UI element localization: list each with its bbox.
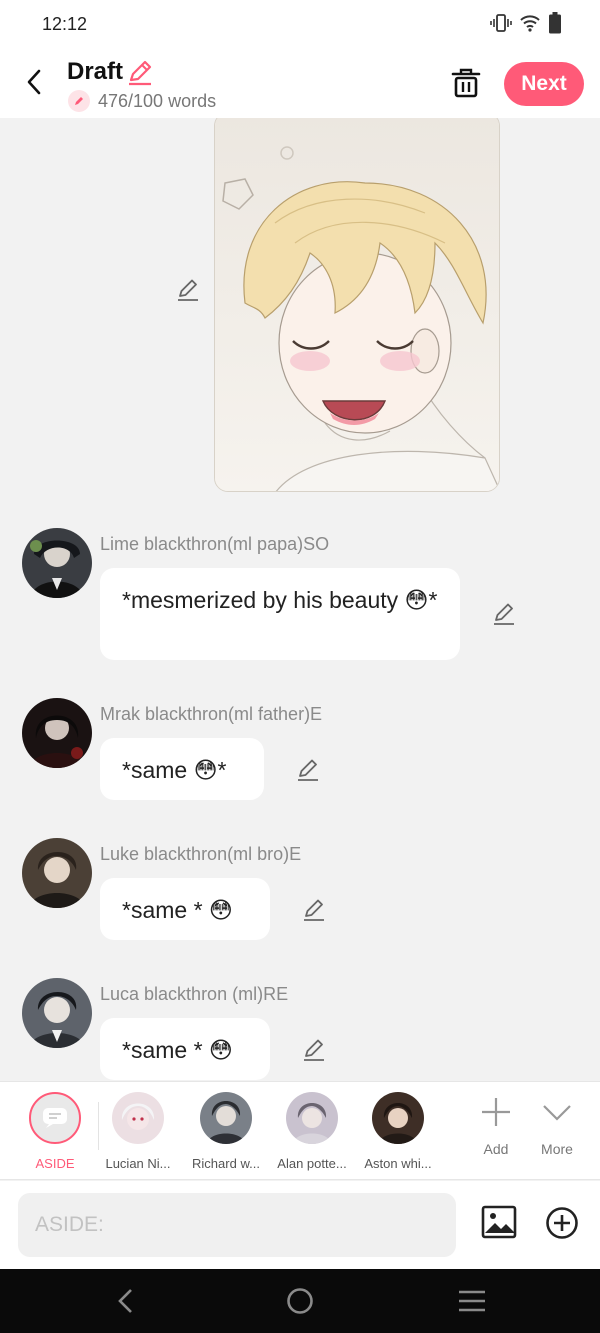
more-label: More xyxy=(541,1141,573,1157)
character-label: ASIDE xyxy=(35,1156,75,1171)
message-bubble[interactable]: *same * 😳 xyxy=(100,1018,270,1080)
aside-avatar xyxy=(29,1092,81,1144)
message-sender: Mrak blackthron(ml father)E xyxy=(100,704,323,724)
circle-plus-icon xyxy=(546,1207,578,1239)
draft-content[interactable]: Lime blackthron(ml papa)SO *mesmerized b… xyxy=(0,118,600,1081)
pencil-icon xyxy=(304,899,324,921)
edit-message-button[interactable] xyxy=(302,1038,326,1067)
message-sender: Luca blackthron (ml)RE xyxy=(100,984,289,1004)
word-count: 476/100 words xyxy=(98,91,217,111)
character-aside[interactable]: ASIDE xyxy=(15,1092,95,1171)
system-navigation-bar xyxy=(0,1269,600,1333)
insert-image-button[interactable] xyxy=(481,1205,517,1244)
character-label: Lucian Ni... xyxy=(105,1156,171,1171)
status-bar: 12:12 xyxy=(0,0,600,50)
add-character-button[interactable]: Add xyxy=(466,1096,526,1157)
battery-icon xyxy=(549,12,561,34)
edit-message-button[interactable] xyxy=(302,898,326,927)
pencil-icon xyxy=(304,1039,324,1061)
story-image[interactable] xyxy=(214,118,500,492)
edit-message-button[interactable] xyxy=(296,758,320,787)
avatar xyxy=(372,1092,424,1144)
pencil-icon xyxy=(129,60,152,86)
anime-boy-illustration xyxy=(215,118,499,491)
character-label: Aston whi... xyxy=(364,1156,432,1171)
delete-button[interactable] xyxy=(450,67,482,104)
avatar xyxy=(112,1092,164,1144)
chevron-down-icon xyxy=(543,1105,571,1121)
avatar xyxy=(200,1092,252,1144)
plus-icon xyxy=(482,1098,510,1126)
chevron-left-icon xyxy=(27,69,41,95)
image-icon xyxy=(481,1205,517,1239)
avatar xyxy=(286,1092,338,1144)
message-bubble[interactable]: *mesmerized by his beauty 😳* xyxy=(100,568,460,660)
edit-message-button[interactable] xyxy=(492,602,516,631)
add-label: Add xyxy=(483,1141,509,1157)
character-item[interactable]: Aston whi... xyxy=(358,1092,438,1171)
menu-icon xyxy=(459,1290,485,1312)
next-button[interactable]: Next xyxy=(504,62,584,106)
avatar[interactable] xyxy=(22,698,92,768)
pencil-icon xyxy=(75,97,83,105)
page-title: Draft xyxy=(67,58,124,85)
message-sender: Lime blackthron(ml papa)SO xyxy=(100,534,330,554)
header: Draft 476/100 words Next xyxy=(0,50,600,118)
character-label: Richard w... xyxy=(192,1156,260,1171)
circle-icon xyxy=(287,1288,313,1314)
edit-image-button[interactable] xyxy=(176,278,200,307)
avatar[interactable] xyxy=(22,838,92,908)
status-time: 12:12 xyxy=(42,14,88,34)
message-bubble[interactable]: *same 😳* xyxy=(100,738,264,800)
more-button[interactable]: More xyxy=(527,1096,587,1157)
trash-icon xyxy=(451,68,481,98)
add-content-button[interactable] xyxy=(545,1206,579,1245)
wifi-icon xyxy=(520,15,540,32)
vibrate-icon xyxy=(490,14,512,32)
message-sender: Luke blackthron(ml bro)E xyxy=(100,844,302,864)
nav-recents-button[interactable] xyxy=(458,1287,486,1320)
character-item[interactable]: Alan potte... xyxy=(272,1092,352,1171)
avatar[interactable] xyxy=(22,528,92,598)
back-button[interactable] xyxy=(18,62,50,102)
message-input[interactable] xyxy=(18,1193,456,1257)
avatar[interactable] xyxy=(22,978,92,1048)
chat-bubble-icon xyxy=(43,1108,67,1128)
character-item[interactable]: Lucian Ni... xyxy=(98,1092,178,1171)
pencil-icon xyxy=(178,279,198,301)
word-count-badge xyxy=(68,90,90,112)
edit-title-button[interactable] xyxy=(126,60,154,91)
nav-home-button[interactable] xyxy=(286,1287,314,1320)
chevron-left-icon xyxy=(118,1289,132,1313)
character-label: Alan potte... xyxy=(277,1156,347,1171)
character-item[interactable]: Richard w... xyxy=(186,1092,266,1171)
pencil-icon xyxy=(298,759,318,781)
composer xyxy=(0,1181,600,1269)
pencil-icon xyxy=(494,603,514,625)
nav-back-button[interactable] xyxy=(116,1287,136,1320)
status-icons xyxy=(490,12,562,34)
message-bubble[interactable]: *same * 😳 xyxy=(100,878,270,940)
character-selector: ASIDE Lucian Ni... Richard w... Alan pot… xyxy=(0,1081,600,1180)
